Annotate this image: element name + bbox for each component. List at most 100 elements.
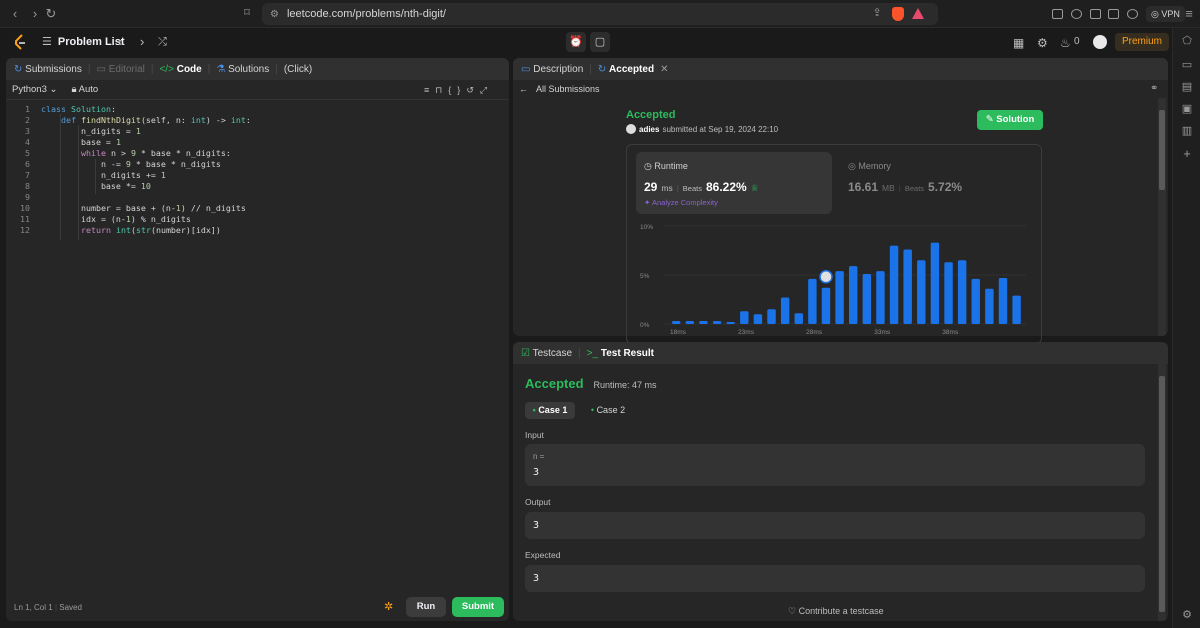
problem-list-link[interactable]: ☰ Problem List: [42, 35, 125, 49]
scroll-thumb[interactable]: [1159, 376, 1165, 612]
tab-description[interactable]: ▭ Description: [521, 64, 583, 75]
runtime-bar[interactable]: [780, 297, 790, 324]
runtime-bar[interactable]: [835, 271, 844, 324]
leo-ai-icon[interactable]: [1127, 9, 1138, 19]
sidebar-settings-icon[interactable]: ⚙: [1181, 608, 1193, 621]
downloads-icon[interactable]: ▣: [1181, 102, 1193, 115]
runtime-bar[interactable]: [903, 249, 912, 324]
debug-icon[interactable]: ✲: [384, 600, 393, 613]
runtime-bar[interactable]: [944, 262, 953, 324]
auto-mode[interactable]: 🔒︎ Auto: [71, 84, 98, 95]
runtime-bar[interactable]: [685, 321, 695, 324]
x-tick-label: 28ms: [806, 329, 823, 336]
bookmarks-icon[interactable]: ⬠: [1181, 34, 1193, 47]
your-submission-marker[interactable]: [819, 269, 833, 284]
runtime-bar[interactable]: [672, 321, 681, 324]
memory-card[interactable]: ◎ Memory 16.61 MB | Beats 5.72%: [840, 152, 1030, 214]
runtime-bar[interactable]: [971, 278, 980, 324]
share-icon[interactable]: ⇪: [868, 6, 886, 19]
tab-accepted[interactable]: ↻ Accepted: [598, 64, 654, 75]
runtime-bar[interactable]: [767, 309, 776, 324]
tab-solutions[interactable]: ⚗ Solutions: [216, 64, 269, 75]
tab-editorial[interactable]: ▭ Editorial: [96, 64, 144, 75]
tab-submissions[interactable]: ↻ Submissions: [14, 64, 82, 75]
runtime-bar[interactable]: [726, 322, 735, 324]
picture-in-picture-icon[interactable]: [1052, 9, 1063, 19]
reading-list-icon[interactable]: ▭: [1181, 58, 1193, 71]
runtime-bar[interactable]: [985, 288, 994, 324]
runtime-bar[interactable]: [753, 314, 763, 324]
solution-button[interactable]: ✎ Solution: [977, 110, 1043, 130]
tab-click[interactable]: (Click): [284, 64, 312, 75]
reload-icon[interactable]: ↻: [42, 6, 60, 22]
add-panel-icon[interactable]: +: [1181, 146, 1193, 161]
address-bar[interactable]: ⚙ leetcode.com/problems/nth-digit/: [262, 3, 938, 25]
runtime-bar[interactable]: [821, 287, 831, 324]
language-select[interactable]: Python3 ⌄: [12, 84, 57, 95]
scrollbar[interactable]: [1158, 364, 1166, 621]
brave-shields-icon[interactable]: [892, 7, 904, 21]
runtime-bar[interactable]: [876, 271, 885, 324]
case-tab-1[interactable]: • Case 1: [525, 402, 575, 419]
tab-test-result[interactable]: >_ Test Result: [587, 348, 654, 359]
link-icon[interactable]: ⚭: [1150, 83, 1158, 94]
menu-icon[interactable]: ≡: [1180, 6, 1198, 21]
extensions-icon[interactable]: [1071, 9, 1082, 19]
settings-icon[interactable]: ⚙: [1037, 36, 1048, 50]
back-arrow-icon[interactable]: ←: [519, 84, 528, 94]
runtime-bar[interactable]: [917, 260, 926, 324]
timer-button[interactable]: ⏰: [566, 32, 586, 52]
shuffle-icon[interactable]: ⤮: [158, 36, 167, 49]
format-icon[interactable]: ≡: [424, 85, 435, 95]
case-tab-2[interactable]: • Case 2: [584, 402, 632, 419]
runtime-bar[interactable]: [740, 311, 749, 324]
close-tab-icon[interactable]: ✕: [660, 64, 668, 75]
back-icon[interactable]: ‹: [6, 6, 24, 21]
bookmark-code-icon[interactable]: ⊓: [435, 85, 448, 95]
runtime-bar[interactable]: [862, 274, 872, 324]
contribute-testcase-link[interactable]: ♡ Contribute a testcase: [788, 606, 884, 617]
scrollbar[interactable]: [1158, 98, 1166, 336]
notes-button[interactable]: ▢: [590, 32, 610, 52]
tab-testcase[interactable]: ☑ Testcase: [521, 348, 572, 359]
news-icon[interactable]: ▥: [1181, 124, 1193, 137]
bookmark-icon[interactable]: ⌑: [238, 6, 256, 19]
fullscreen-icon[interactable]: ⤢: [480, 85, 493, 95]
braces-icon[interactable]: {}: [448, 85, 466, 95]
history-icon[interactable]: ▤: [1181, 80, 1193, 93]
runtime-bar[interactable]: [808, 278, 817, 324]
runtime-bar[interactable]: [699, 321, 708, 324]
code-editor[interactable]: 1 class Solution: 2 def findNthDigit(self…: [8, 100, 500, 590]
wallet-icon[interactable]: [1108, 9, 1119, 19]
runtime-bar[interactable]: [849, 266, 858, 324]
submit-button[interactable]: Submit: [452, 597, 504, 617]
runtime-bar[interactable]: [998, 277, 1008, 324]
runtime-bar[interactable]: [930, 242, 940, 324]
brave-rewards-icon[interactable]: [912, 8, 924, 19]
site-info-icon[interactable]: ⚙: [270, 9, 279, 20]
scroll-thumb[interactable]: [1159, 110, 1165, 190]
streak-fire-icon[interactable]: ♨: [1060, 36, 1071, 50]
runtime-card[interactable]: ◷ Runtime 29 ms | Beats 86.22% ♕ ✦ Analy…: [636, 152, 832, 214]
layout-icon[interactable]: ▦: [1013, 36, 1024, 50]
prev-problem-icon[interactable]: ‹: [118, 34, 122, 49]
runtime-bar[interactable]: [957, 260, 967, 324]
tab-code[interactable]: </> Code: [159, 64, 201, 75]
editor-toolbar: Python3 ⌄ 🔒︎ Auto ≡⊓{}↺⤢: [6, 80, 509, 100]
sidebar-toggle-icon[interactable]: [1090, 9, 1101, 19]
output-box: 3: [525, 512, 1145, 539]
next-problem-icon[interactable]: ›: [140, 34, 144, 49]
user-avatar[interactable]: [1093, 35, 1107, 49]
run-button[interactable]: Run: [406, 597, 446, 617]
runtime-bar[interactable]: [889, 245, 899, 324]
runtime-bar[interactable]: [794, 313, 803, 324]
username[interactable]: adies: [639, 125, 659, 134]
analyze-complexity-link[interactable]: ✦ Analyze Complexity: [644, 198, 718, 207]
runtime-bar[interactable]: [712, 321, 722, 324]
memory-label: Memory: [858, 161, 891, 171]
premium-button[interactable]: Premium: [1115, 33, 1169, 51]
reset-icon[interactable]: ↺: [466, 85, 480, 95]
all-submissions-link[interactable]: All Submissions: [536, 84, 600, 94]
runtime-bar[interactable]: [1012, 295, 1021, 324]
leetcode-logo-icon[interactable]: [13, 34, 27, 50]
